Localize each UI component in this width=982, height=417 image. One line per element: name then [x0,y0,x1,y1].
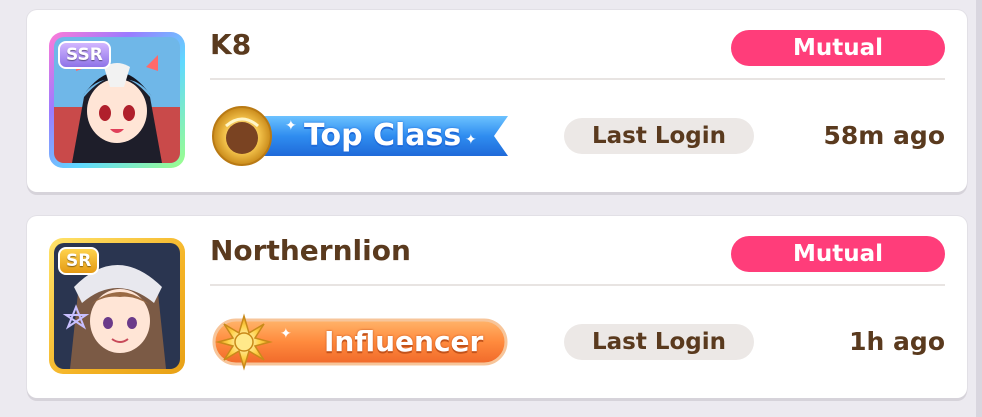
last-login-time: 58m ago [823,121,945,150]
last-login-time: 1h ago [849,327,945,356]
title-banner: ✦ Influencer [210,312,510,372]
avatar[interactable]: SSR [49,32,185,168]
rarity-badge: SSR [58,41,111,69]
title-banner: ✦ ✦ Top Class [210,106,510,166]
svg-text:✦: ✦ [465,132,477,148]
mutual-badge: Mutual [731,30,945,66]
divider [210,78,945,80]
title-label: Influencer [324,325,484,358]
rarity-badge: SR [58,247,100,275]
last-login-label: Last Login [564,324,754,360]
mutual-badge: Mutual [731,236,945,272]
divider [210,284,945,286]
character-portrait-icon: SR [54,243,180,369]
last-login-label: Last Login [564,118,754,154]
friend-name: Northernlion [210,234,411,267]
friend-name: K8 [210,28,252,61]
scrollbar-track[interactable] [976,0,982,417]
friend-card[interactable]: SR Northernlion Mutual ✦ Influencer Last… [27,216,967,398]
character-portrait-icon: SSR [54,37,180,163]
svg-text:✦: ✦ [285,118,297,134]
avatar[interactable]: SR [49,238,185,374]
friend-card[interactable]: SSR K8 Mutual ✦ ✦ Top Class Last Login 5… [27,10,967,192]
title-label: Top Class [304,118,462,153]
svg-text:✦: ✦ [280,326,292,342]
